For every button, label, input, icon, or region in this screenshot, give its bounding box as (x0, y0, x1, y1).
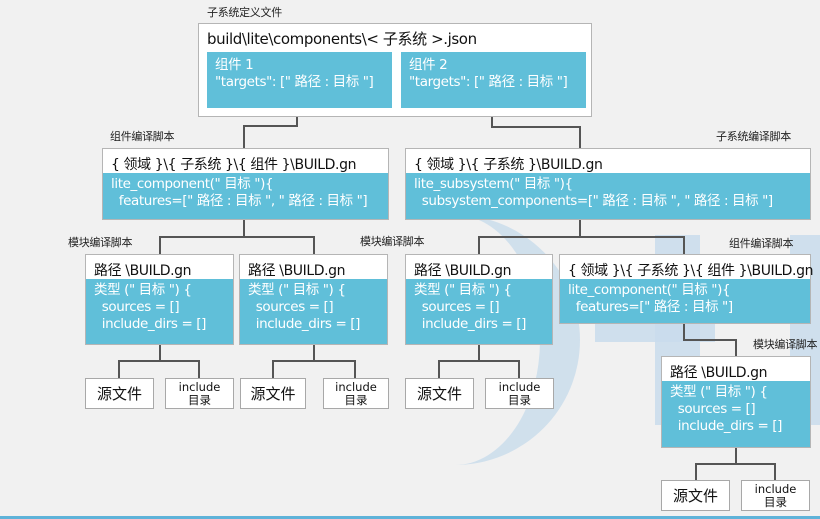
dir-label: 目录 (344, 392, 368, 407)
component-2-block: 组件 2 "targets": [" 路径 : 目标 "] (401, 52, 586, 108)
source-files-box-2: 源文件 (240, 378, 306, 409)
component-build-path: { 领域 }\{ 子系统 }\{ 组件 }\BUILD.gn (111, 157, 357, 173)
include-dir-box-2: include 目录 (323, 378, 389, 409)
component-build-box-2: { 领域 }\{ 子系统 }\{ 组件 }\BUILD.gn lite_comp… (559, 254, 814, 324)
dir-label: 目录 (508, 392, 531, 407)
connector-component-to-modules (159, 220, 245, 254)
label-component-build-script: 组件编译脚本 (110, 130, 175, 143)
source-files-box-1: 源文件 (85, 378, 154, 409)
module-build-path: 路径 \BUILD.gn (248, 263, 346, 279)
connector-module1-leaves-2 (160, 360, 200, 378)
component-build-path-2: { 领域 }\{ 子系统 }\{ 组件 }\BUILD.gn (568, 263, 814, 279)
component-build-box: { 领域 }\{ 子系统 }\{ 组件 }\BUILD.gn lite_comp… (102, 148, 389, 220)
component-build-code: lite_component(" 目标 "){ features=[" 路径 :… (103, 173, 388, 219)
dir-label: 目录 (188, 392, 211, 407)
module-build-code: 类型 (" 目标 ") { sources = [] include_dirs … (662, 381, 810, 447)
module-build-box-4: 路径 \BUILD.gn 类型 (" 目标 ") { sources = [] … (661, 356, 811, 448)
component-1-block: 组件 1 "targets": [" 路径 : 目标 "] (207, 52, 392, 108)
include-dir-box-3: include 目录 (485, 378, 554, 409)
label-module-build-script-2: 模块编译脚本 (360, 235, 425, 248)
source-files-box-4: 源文件 (661, 480, 730, 511)
subsystem-build-path: { 领域 }\{ 子系统 }\BUILD.gn (414, 157, 603, 173)
connector-module4-leaves (695, 448, 737, 480)
subsystem-definition-path: build\lite\components\< 子系统 >.json (207, 30, 477, 48)
module-build-code: 类型 (" 目标 ") { sources = [] include_dirs … (240, 279, 387, 344)
connector-module3-leaves (438, 345, 480, 378)
label-subsystem-build-script: 子系统编译脚本 (716, 130, 791, 143)
connector-module4-leaves-2 (736, 463, 776, 480)
connector-subsystem-to-component2 (580, 236, 685, 254)
include-dir-box-1: include 目录 (165, 378, 234, 409)
include-label: include (178, 379, 221, 394)
module-build-path: 路径 \BUILD.gn (414, 263, 512, 279)
subsystem-build-code: lite_subsystem(" 目标 "){ subsystem_compon… (406, 173, 810, 219)
include-label: include (754, 481, 797, 496)
subsystem-build-box: { 领域 }\{ 子系统 }\BUILD.gn lite_subsystem("… (405, 148, 811, 220)
connector-module2-leaves-2 (314, 360, 356, 378)
connector-module2-leaves (272, 345, 315, 378)
connector-module3-leaves-2 (479, 360, 520, 378)
connector-subsystem-to-module3 (478, 220, 581, 254)
include-dir-box-4: include 目录 (741, 480, 810, 511)
component-build-code-2: lite_component(" 目标 "){ features=[" 路径 :… (560, 279, 810, 323)
subsystem-definition-box: build\lite\components\< 子系统 >.json 组件 1 … (198, 23, 592, 117)
module-build-code: 类型 (" 目标 ") { sources = [] include_dirs … (406, 279, 552, 344)
label-module-build-script-3: 模块编译脚本 (753, 338, 818, 351)
dir-label: 目录 (764, 494, 787, 509)
module-build-box-2: 路径 \BUILD.gn 类型 (" 目标 ") { sources = [] … (239, 254, 388, 345)
connector-component-to-module2 (244, 236, 315, 254)
source-files-box-3: 源文件 (405, 378, 474, 409)
include-label: include (498, 379, 541, 394)
module-build-box-1: 路径 \BUILD.gn 类型 (" 目标 ") { sources = [] … (85, 254, 234, 345)
module-build-path: 路径 \BUILD.gn (94, 263, 192, 279)
label-module-build-script-1: 模块编译脚本 (68, 236, 133, 249)
include-label: include (335, 379, 377, 394)
label-component-build-script-2: 组件编译脚本 (729, 237, 794, 250)
module-build-code: 类型 (" 目标 ") { sources = [] include_dirs … (86, 279, 233, 344)
connector-module1-leaves (118, 345, 161, 378)
connector-component2-to-module4 (683, 324, 737, 356)
module-build-path: 路径 \BUILD.gn (670, 365, 768, 381)
label-subsystem-definition-file: 子系统定义文件 (207, 6, 282, 19)
module-build-box-3: 路径 \BUILD.gn 类型 (" 目标 ") { sources = [] … (405, 254, 553, 345)
